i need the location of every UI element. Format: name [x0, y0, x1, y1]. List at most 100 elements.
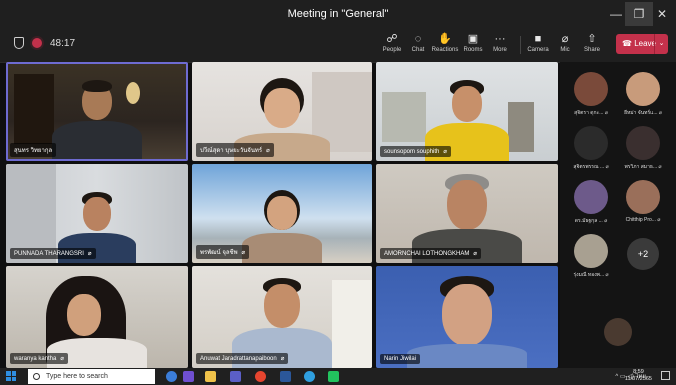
mic-muted-icon: ⌀: [657, 217, 661, 223]
avatar: [626, 126, 660, 160]
mic-muted-icon: ⌀: [266, 148, 270, 154]
video-grid: สุนทร วิทยากุล ปวีณ์สุดา บุษยะวันจันทร์ ⌀…: [6, 62, 558, 368]
video-tile[interactable]: Narin Jiwilai: [376, 266, 558, 368]
mic-muted-icon: ⌀: [280, 356, 285, 362]
camera-button[interactable]: ■ Camera: [523, 32, 553, 53]
avatar: [574, 126, 608, 160]
title-bar: Meeting in "General" — ❐ ✕: [0, 0, 676, 28]
window-title: Meeting in "General": [287, 8, 389, 20]
participant-label: ยีหม่า จันทร์แ... ⌀: [624, 110, 662, 116]
participant-name: สุนทร วิทยากุล: [10, 143, 57, 157]
leave-button[interactable]: ☎ Leave ⌄: [616, 34, 668, 54]
participant-name: AMORNCHAI LOTHONGKHAM ⌀: [380, 248, 481, 259]
mic-muted-icon: ⌀: [658, 164, 662, 170]
avatar: [604, 318, 632, 346]
clock[interactable]: 8:59 11/07/2565: [625, 369, 652, 383]
chrome-icon[interactable]: [255, 371, 266, 382]
more-button[interactable]: ··· More: [485, 32, 515, 53]
file-explorer-icon[interactable]: [205, 371, 216, 382]
recording-icon: [32, 38, 42, 48]
clock-time: 8:59: [633, 369, 644, 375]
share-button[interactable]: ⇧ Share: [577, 32, 607, 53]
edge-icon[interactable]: [304, 371, 315, 382]
mic-muted-icon: ⌀: [87, 251, 92, 257]
participant-face: [447, 180, 487, 230]
phone-icon: ☎: [622, 39, 632, 48]
reactions-button[interactable]: ✋ Reactions: [430, 32, 460, 53]
avatar: [574, 180, 608, 214]
participant-label: สุจิตรพรรณ ... ⌀: [573, 164, 609, 170]
video-tile[interactable]: sounsopom souphith ⌀: [376, 62, 558, 161]
participant-avatar-item[interactable]: สุจิตรา ดุกะ... ⌀: [566, 72, 616, 117]
more-participants-count: +2: [627, 238, 659, 270]
shield-icon: [14, 37, 24, 49]
chat-label: Chat: [411, 47, 425, 53]
participant-name: sounsopom souphith ⌀: [380, 146, 451, 157]
video-tile[interactable]: ปวีณ์สุดา บุษยะวันจันทร์ ⌀: [192, 62, 372, 161]
video-tile[interactable]: Anuwat Jaradrattanapaiboon ⌀: [192, 266, 372, 368]
participant-name: Narin Jiwilai: [380, 354, 421, 364]
search-placeholder: Type here to search: [46, 373, 108, 380]
participant-face: [67, 294, 101, 336]
camera-icon: ■: [534, 33, 542, 45]
leave-label: Leave: [634, 39, 656, 48]
close-button[interactable]: ✕: [648, 2, 676, 26]
video-tile[interactable]: waranya kantha ⌀: [6, 266, 188, 368]
participant-name: waranya kantha ⌀: [10, 353, 68, 364]
chevron-up-icon: ^: [615, 374, 619, 380]
share-icon: ⇧: [587, 33, 597, 45]
chevron-down-icon[interactable]: ⌄: [654, 34, 668, 54]
mic-muted-icon: ⌀: [561, 33, 569, 45]
office-cabinet: [382, 92, 426, 142]
participant-avatar-item[interactable]: ยีหม่า จันทร์แ... ⌀: [618, 72, 668, 117]
participant-face: [264, 284, 300, 328]
more-participants-button[interactable]: +2: [618, 238, 668, 270]
avatar: [626, 72, 660, 106]
mic-muted-icon: ⌀: [241, 250, 246, 256]
hand-icon: ✋: [438, 33, 452, 45]
people-label: People: [382, 47, 402, 53]
participant-name: พรพัฒน์ จุลชีพ ⌀: [196, 245, 250, 259]
participant-face: [267, 196, 297, 230]
task-view-icon[interactable]: [183, 371, 194, 382]
rooms-button[interactable]: ▣ Rooms: [458, 32, 488, 53]
participant-avatar-item[interactable]: สุจิตรพรรณ ... ⌀: [566, 126, 616, 171]
video-tile[interactable]: AMORNCHAI LOTHONGKHAM ⌀: [376, 164, 558, 263]
participant-avatar-item[interactable]: ดร.มัธฐกุล ... ⌀: [566, 180, 616, 225]
mic-muted-icon: ⌀: [605, 272, 609, 278]
rooms-label: Rooms: [463, 47, 483, 53]
participant-label: Chitthip Pro... ⌀: [625, 217, 661, 223]
mic-muted-icon: ⌀: [605, 164, 609, 170]
video-tile[interactable]: PUNNADA THARANGSRI ⌀: [6, 164, 188, 263]
chat-icon: ◌: [414, 33, 422, 45]
video-tile[interactable]: พรพัฒน์ จุลชีพ ⌀: [192, 164, 372, 263]
participant-avatar-item[interactable]: รุ่งมณี ทองพ... ⌀: [566, 234, 616, 279]
participant-avatar-item[interactable]: Chitthip Pro... ⌀: [618, 180, 668, 223]
more-label: More: [493, 47, 507, 53]
participant-avatar-item[interactable]: พรวิภา สมาธ... ⌀: [618, 126, 668, 171]
mic-muted-icon: ⌀: [658, 110, 662, 116]
clock-date: 11/07/2565: [624, 376, 652, 382]
chat-button[interactable]: ◌ Chat: [403, 32, 433, 53]
self-view: [593, 318, 643, 346]
mic-button[interactable]: ⌀ Mic: [550, 32, 580, 53]
windows-start-icon[interactable]: [6, 371, 16, 381]
taskbar-search-input[interactable]: Type here to search: [28, 369, 155, 384]
mic-muted-icon: ⌀: [60, 356, 64, 362]
mic-muted-icon: ⌀: [443, 149, 447, 155]
weather-icon[interactable]: [166, 371, 177, 382]
mic-muted-icon: ⌀: [604, 218, 608, 224]
office-shelf: [508, 102, 534, 152]
meeting-timer: 48:17: [50, 37, 76, 49]
rooms-icon: ▣: [467, 33, 479, 45]
line-icon[interactable]: [328, 371, 339, 382]
more-icon: ···: [494, 33, 506, 45]
notification-icon[interactable]: [661, 371, 670, 380]
video-tile[interactable]: สุนทร วิทยากุล: [6, 62, 188, 161]
teams-icon[interactable]: [230, 371, 241, 382]
participant-label: พรวิภา สมาธ... ⌀: [624, 164, 662, 170]
participants-panel: สุจิตรา ดุกะ... ⌀ ยีหม่า จันทร์แ... ⌀ สุ…: [560, 62, 676, 368]
word-icon[interactable]: [280, 371, 291, 382]
participant-face: [442, 284, 492, 346]
meeting-status: 48:17: [14, 37, 75, 49]
